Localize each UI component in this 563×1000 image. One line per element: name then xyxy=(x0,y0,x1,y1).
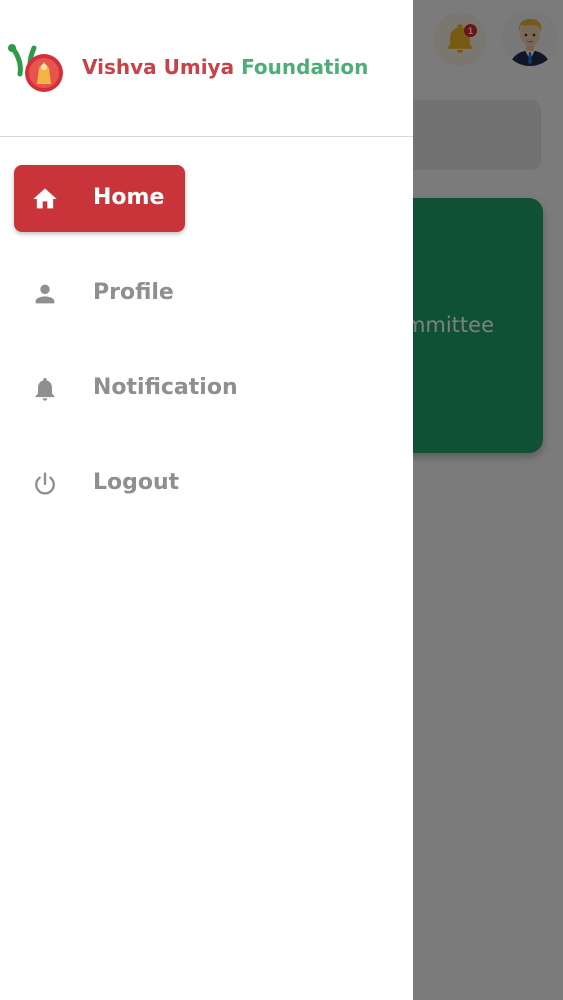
person-icon xyxy=(31,280,59,308)
brand-name: Vishva Umiya Foundation xyxy=(82,55,368,79)
brand-name-part1: Vishva Umiya xyxy=(82,55,235,79)
navigation-drawer: Vishva Umiya Foundation Home Profile Not… xyxy=(0,0,413,1000)
menu-item-label: Notification xyxy=(93,375,238,400)
menu-item-profile[interactable]: Profile xyxy=(14,260,185,327)
drawer-header: Vishva Umiya Foundation xyxy=(0,0,413,137)
menu-item-label: Home xyxy=(93,185,165,210)
foundation-logo xyxy=(8,44,63,92)
menu-item-label: Profile xyxy=(93,280,174,305)
menu-item-logout[interactable]: Logout xyxy=(14,450,185,517)
home-icon xyxy=(31,185,59,213)
power-icon xyxy=(31,470,59,498)
menu-item-notification[interactable]: Notification xyxy=(14,355,238,422)
menu-item-label: Logout xyxy=(93,470,180,495)
bell-icon xyxy=(31,375,59,403)
menu-item-home[interactable]: Home xyxy=(14,165,185,232)
brand-name-part2: Foundation xyxy=(241,55,369,79)
